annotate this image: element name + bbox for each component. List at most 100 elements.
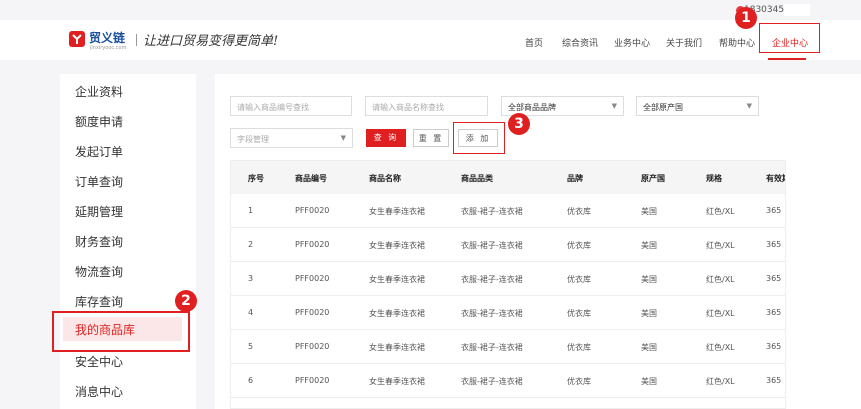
caret-down-icon: ▼ <box>340 134 346 142</box>
nav-item-business[interactable]: 业务中心 <box>614 36 650 49</box>
product-name-input[interactable]: 请输入商品名称查找 <box>365 96 488 116</box>
table-row[interactable]: 4 PFF0020 女生春季连衣裙 衣服-裙子-连衣裙 优衣库 美国 红色/XL 365 <box>231 296 785 330</box>
query-button[interactable]: 查 询 <box>366 129 406 147</box>
table-cell: 衣服-裙子-连衣裙 <box>461 343 523 352</box>
product-code-input[interactable]: 请输入商品编号查找 <box>230 96 352 116</box>
table-cell: 衣服-裙子-连衣裙 <box>461 275 523 284</box>
origin-select-value: 全部原产国 <box>643 103 683 112</box>
table-row[interactable]: 3 PFF0020 女生春季连衣裙 衣服-裙子-连衣裙 优衣库 美国 红色/XL 365 <box>231 262 785 296</box>
sidebar-item-messages[interactable]: 消息中心 <box>75 383 123 400</box>
nav-item-home[interactable]: 首页 <box>525 36 543 49</box>
table-cell: 美国 <box>641 275 657 284</box>
table-cell: 优衣库 <box>567 343 591 352</box>
table-row[interactable]: 6 PFF0020 女生春季连衣裙 衣服-裙子-连衣裙 优衣库 美国 红色/XL 365 <box>231 364 785 398</box>
logo-icon[interactable] <box>68 30 86 48</box>
add-highlight-box <box>453 122 505 154</box>
col-header: 原产国 <box>641 174 665 183</box>
col-header: 商品品类 <box>461 174 493 183</box>
table-cell: 6 <box>248 376 254 385</box>
table-cell: 女生春季连衣裙 <box>369 343 425 352</box>
table-cell: 优衣库 <box>567 241 591 250</box>
table-cell: 365 <box>766 308 782 317</box>
table-cell: 365 <box>766 342 782 351</box>
table-cell: 女生春季连衣裙 <box>369 309 425 318</box>
col-header: 商品编号 <box>295 174 327 183</box>
field-manager-select[interactable]: 字段管理 ▼ <box>230 128 353 148</box>
slogan: 让进口贸易变得更简单! <box>143 34 279 49</box>
table-cell: 女生春季连衣裙 <box>369 275 425 284</box>
table-cell: 红色/XL <box>706 343 735 352</box>
top-strip: 1830345 <box>0 0 861 20</box>
table-cell: 365 <box>766 376 782 385</box>
table-cell: PFF0020 <box>295 240 330 249</box>
col-header: 有效期 <box>766 174 785 183</box>
table-row[interactable]: 1 PFF0020 女生春季连衣裙 衣服-裙子-连衣裙 优衣库 美国 红色/XL 365 <box>231 194 785 228</box>
table-cell: 1 <box>248 206 254 215</box>
table-cell: PFF0020 <box>295 274 330 283</box>
brand-select-value: 全部商品品牌 <box>508 103 556 112</box>
table-cell: PFF0020 <box>295 342 330 351</box>
table-cell: 5 <box>248 342 254 351</box>
nav-item-about[interactable]: 关于我们 <box>666 36 702 49</box>
table-cell: 365 <box>766 206 782 215</box>
logo-name[interactable]: 贸义链 <box>89 29 125 46</box>
table-cell: 女生春季连衣裙 <box>369 241 425 250</box>
table-cell: 衣服-裙子-连衣裙 <box>461 309 523 318</box>
table-cell: 红色/XL <box>706 377 735 386</box>
table-cell: 红色/XL <box>706 207 735 216</box>
table-cell: 女生春季连衣裙 <box>369 207 425 216</box>
sidebar-item-credit[interactable]: 额度申请 <box>75 113 123 130</box>
sidebar-item-company[interactable]: 企业资料 <box>75 83 123 100</box>
table-cell: 衣服-裙子-连衣裙 <box>461 377 523 386</box>
logo-domain: jinxiryooc.com <box>90 45 127 51</box>
table-cell: 4 <box>248 308 254 317</box>
sidebar-item-finance[interactable]: 财务查询 <box>75 233 123 250</box>
table-cell: 美国 <box>641 309 657 318</box>
step-badge-2: 2 <box>175 290 197 312</box>
phone-mask <box>784 4 810 16</box>
logo-divider <box>136 34 137 46</box>
table-row[interactable]: 5 PFF0020 女生春季连衣裙 衣服-裙子-连衣裙 优衣库 美国 红色/XL 365 <box>231 330 785 364</box>
table-cell: 美国 <box>641 343 657 352</box>
col-header: 规格 <box>706 174 722 183</box>
sidebar-item-inventory[interactable]: 库存查询 <box>75 293 123 310</box>
table-cell: 美国 <box>641 207 657 216</box>
table-cell: 365 <box>766 274 782 283</box>
sidebar-item-extension[interactable]: 延期管理 <box>75 203 123 220</box>
sidebar-item-logistics[interactable]: 物流查询 <box>75 263 123 280</box>
nav-active-underline <box>768 58 806 60</box>
table-row[interactable]: 2 PFF0020 女生春季连衣裙 衣服-裙子-连衣裙 优衣库 美国 红色/XL 365 <box>231 228 785 262</box>
table-cell: 优衣库 <box>567 377 591 386</box>
caret-down-icon: ▼ <box>611 102 617 110</box>
table-cell: 衣服-裙子-连衣裙 <box>461 207 523 216</box>
step-badge-3: 3 <box>508 113 530 135</box>
table-cell: 365 <box>766 240 782 249</box>
product-table: 序号 商品编号 商品名称 商品品类 品牌 原产国 规格 有效期 1 PFF0020… <box>230 160 786 409</box>
step-badge-1: 1 <box>735 7 757 29</box>
sidebar-item-new-order[interactable]: 发起订单 <box>75 143 123 160</box>
table-cell: 红色/XL <box>706 275 735 284</box>
table-cell: 衣服-裙子-连衣裙 <box>461 241 523 250</box>
table-cell: 美国 <box>641 241 657 250</box>
site-header: 贸义链 jinxiryooc.com 让进口贸易变得更简单! 首页 综合资讯 业… <box>0 20 861 60</box>
sidebar-item-security[interactable]: 安全中心 <box>75 353 123 370</box>
table-cell: PFF0020 <box>295 206 330 215</box>
col-header: 商品名称 <box>369 174 401 183</box>
nav-highlight-box <box>759 23 820 53</box>
nav-item-news[interactable]: 综合资讯 <box>562 36 598 49</box>
table-cell: 女生春季连衣裙 <box>369 377 425 386</box>
table-cell: 2 <box>248 240 254 249</box>
table-header: 序号 商品编号 商品名称 商品品类 品牌 原产国 规格 有效期 <box>231 161 785 194</box>
sidebar: 企业资料 额度申请 发起订单 订单查询 延期管理 财务查询 物流查询 库存查询 … <box>60 74 196 409</box>
field-manager-value: 字段管理 <box>237 135 269 144</box>
reset-button[interactable]: 重 置 <box>413 129 449 147</box>
table-cell: 优衣库 <box>567 275 591 284</box>
table-cell: PFF0020 <box>295 308 330 317</box>
table-cell: 红色/XL <box>706 309 735 318</box>
caret-down-icon: ▼ <box>746 102 752 110</box>
table-cell: 优衣库 <box>567 309 591 318</box>
table-cell: 红色/XL <box>706 241 735 250</box>
sidebar-item-orders[interactable]: 订单查询 <box>75 173 123 190</box>
nav-item-help[interactable]: 帮助中心 <box>719 36 755 49</box>
origin-select[interactable]: 全部原产国 ▼ <box>636 96 759 116</box>
